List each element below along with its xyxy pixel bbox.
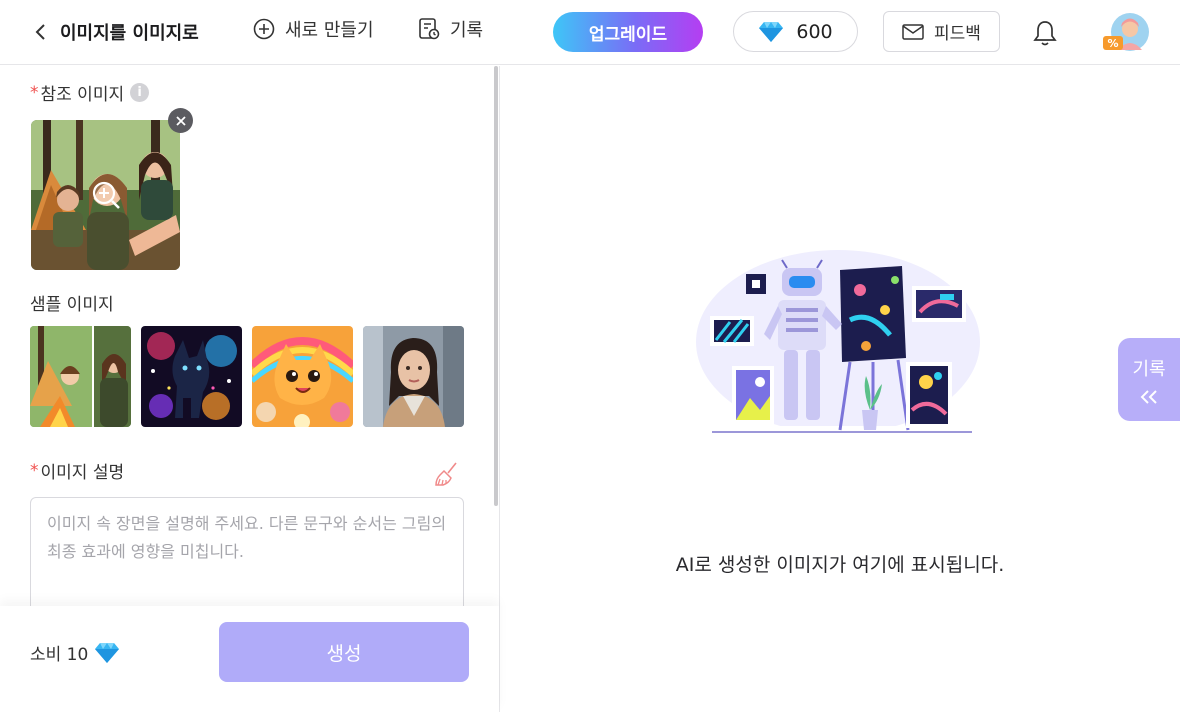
back-button[interactable]: 이미지를 이미지로 [34,17,199,47]
description-title: 이미지 설명 [40,463,125,483]
remove-image-button[interactable] [168,108,193,133]
upgrade-label: 업그레이드 [588,24,668,45]
credits-count: 600 [796,20,833,43]
new-button-label: 새로 만들기 [285,20,374,41]
reference-image-title: 참조 이미지 [40,85,125,105]
sample-image-3[interactable] [252,326,353,427]
clear-broom-icon[interactable] [434,461,460,487]
upgrade-button[interactable]: 업그레이드 [553,12,703,52]
svg-text:%: % [1107,37,1118,50]
description-placeholder: 이미지 속 장면을 설명해 주세요. 다른 문구와 순서는 그림의 최종 효과에… [47,514,447,561]
double-chevron-left-icon [1140,389,1157,404]
history-button[interactable]: 기록 [418,16,483,42]
scrollbar[interactable] [494,66,498,506]
page-title: 이미지를 이미지로 [60,23,199,44]
required-mark: * [30,460,39,481]
mail-icon [902,23,924,40]
reference-image-label: * 참조 이미지 i [30,80,150,105]
chevron-left-icon [34,17,52,47]
history-doc-icon [419,18,440,40]
feedback-label: 피드백 [934,24,981,44]
top-bar: 이미지를 이미지로 새로 만들기 기록 업그레이드 600 피드백 % [0,0,1180,65]
generate-button[interactable]: 생성 [219,622,469,682]
sample-images-title: 샘플 이미지 [30,295,114,315]
credits-button[interactable]: 600 [733,11,858,52]
info-icon[interactable]: i [130,83,150,102]
plus-circle-icon [253,18,275,40]
required-mark: * [30,82,39,103]
history-drawer-tab[interactable]: 기록 [1118,338,1180,421]
close-icon [175,115,186,126]
feedback-button[interactable]: 피드백 [883,11,1000,52]
history-drawer-label: 기록 [1132,358,1166,380]
new-button[interactable]: 새로 만들기 [253,16,374,42]
sample-image-2[interactable] [141,326,242,427]
sample-image-4[interactable] [363,326,464,427]
generate-label: 생성 [326,642,362,665]
robot-painter-illustration [690,250,990,440]
avatar[interactable]: % [1103,12,1151,54]
history-button-label: 기록 [450,20,484,41]
zoom-in-icon[interactable] [91,180,121,210]
sample-images-label: 샘플 이미지 [30,290,114,315]
sample-image-1[interactable] [30,326,131,427]
diamond-icon [759,21,784,42]
bell-icon[interactable] [1032,19,1058,47]
diamond-icon [95,642,120,663]
description-label: * 이미지 설명 [30,458,125,484]
cost-indicator: 소비 10 [30,640,120,665]
cost-label: 소비 10 [30,645,89,665]
result-placeholder-text: AI로 생성한 이미지가 여기에 표시됩니다. [675,554,1005,576]
